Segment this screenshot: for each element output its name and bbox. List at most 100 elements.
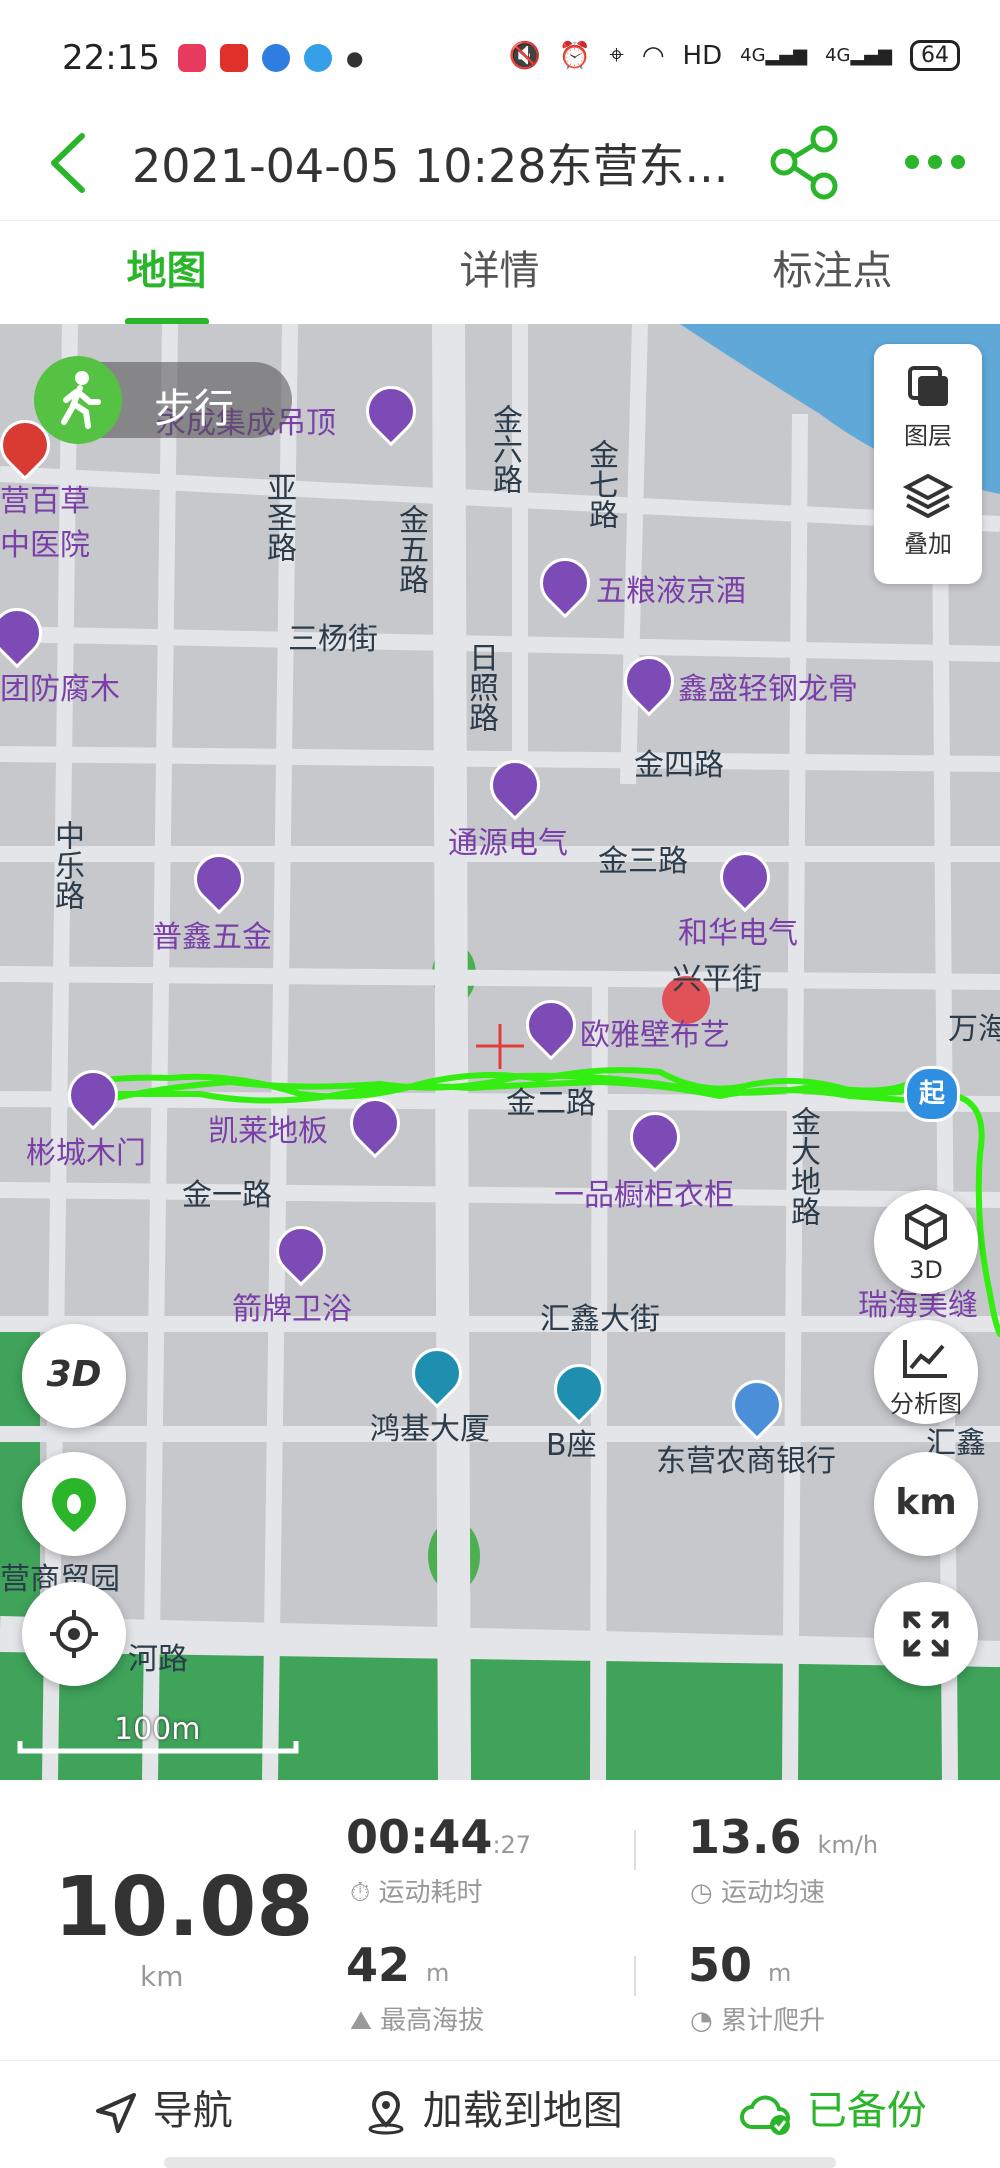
duration-label: ⏱ 运动耗时 — [350, 1878, 483, 1908]
poi-label: 普鑫五金 — [152, 920, 272, 955]
load-to-map-label: 加载到地图 — [422, 2088, 623, 2134]
map-layer-panel: 图层 叠加 — [874, 344, 982, 584]
poi-label: 和华电气 — [678, 916, 798, 951]
street-label: 汇鑫大街 — [540, 1302, 660, 1337]
street-label: 金五路 — [393, 504, 428, 594]
locate-icon — [50, 1610, 98, 1658]
overlay-button[interactable]: 叠加 — [874, 466, 982, 576]
poi-label: 营百草中医院 — [0, 484, 90, 563]
more-button[interactable] — [900, 140, 970, 184]
navigate-button[interactable]: 导航 — [92, 2061, 233, 2161]
back-button[interactable] — [40, 128, 100, 198]
3d-text-icon: 3D — [46, 1354, 102, 1395]
stopwatch-icon: ⏱ — [350, 1878, 371, 1908]
load-to-map-button[interactable]: 加载到地图 — [362, 2061, 623, 2161]
fullscreen-icon — [903, 1611, 949, 1657]
map-scale-label: 100m — [114, 1712, 201, 1747]
locate-button[interactable] — [22, 1582, 126, 1686]
street-label: 三杨街 — [288, 622, 378, 657]
km-marker-button[interactable]: km — [874, 1452, 978, 1556]
poi-label: 欧雅壁布艺 — [580, 1018, 730, 1053]
tab-map-label: 地图 — [126, 248, 207, 294]
street-label: 日照路 — [463, 642, 498, 732]
divider — [634, 1956, 636, 1996]
app-notification-icon — [262, 44, 290, 72]
3d-model-label: 3D — [909, 1256, 943, 1284]
altitude-value: 42 m — [346, 1938, 450, 1992]
fullscreen-button[interactable] — [874, 1582, 978, 1686]
poi-label: 团防腐木 — [0, 672, 120, 707]
more-icon — [905, 155, 965, 169]
map-view[interactable]: 金六路 金七路 亚圣路 金五路 三杨街 日照路 金四路 中乐路 金三路 兴平街 … — [0, 324, 1000, 1780]
activity-mode-pill[interactable]: 步行 — [34, 356, 292, 444]
cloud-check-icon — [740, 2095, 790, 2135]
climb-value: 50 m — [688, 1938, 792, 1992]
tab-bar: 地图 详情 标注点 — [0, 220, 1000, 325]
poi-label: 一品橱柜衣柜 — [554, 1178, 734, 1213]
status-right: 🔇 ⏰ ⌖ ◠ HD 4G▂▄▆ 4G▂▄▆ 64 — [508, 40, 960, 71]
speed-value: 13.6 km/h — [688, 1810, 879, 1864]
battery-icon: 64 — [910, 40, 960, 71]
map-pin-icon — [368, 2090, 404, 2135]
stack-icon — [902, 473, 954, 519]
navigate-label: 导航 — [152, 2088, 233, 2134]
more-notifications-icon: ● — [346, 46, 364, 70]
street-label: 河路 — [128, 1642, 188, 1677]
street-label: 中乐路 — [49, 820, 84, 910]
street-label: 金二路 — [506, 1086, 596, 1121]
map-canvas — [0, 324, 1000, 1780]
street-label: 金四路 — [634, 748, 724, 783]
poi-label: 鑫盛轻钢龙骨 — [678, 672, 858, 707]
status-bar: 22:15 ● 🔇 ⏰ ⌖ ◠ HD 4G▂▄▆ 4G▂▄▆ 64 — [0, 0, 1000, 120]
tab-details[interactable]: 详情 — [333, 221, 666, 325]
wifi-icon: ◠ — [641, 40, 665, 71]
tab-markers-label: 标注点 — [772, 248, 893, 294]
hd-label: HD — [682, 40, 723, 71]
location-icon: ⌖ — [609, 40, 624, 70]
layers-icon — [908, 366, 948, 406]
3d-model-button[interactable]: 3D — [874, 1190, 978, 1294]
climb-icon: ◔ — [690, 2006, 713, 2036]
analysis-chart-button[interactable]: 分析图 — [874, 1320, 978, 1424]
stats-panel: 10.08 km 00:44:27 ⏱ 运动耗时 13.6 km/h ◷ 运动均… — [0, 1780, 1000, 2060]
start-marker[interactable]: 起 — [904, 1066, 960, 1122]
bottom-action-bar: 导航 加载到地图 已备份 — [0, 2060, 1000, 2168]
speedometer-icon: ◷ — [690, 1878, 713, 1908]
poi-label: 彬城木门 — [26, 1136, 146, 1171]
tab-markers[interactable]: 标注点 — [666, 221, 999, 325]
footprint-button[interactable] — [22, 1452, 126, 1556]
distance-value: 10.08 — [54, 1860, 314, 1955]
km-label: km — [895, 1482, 957, 1523]
overlay-label: 叠加 — [904, 530, 952, 558]
mute-icon: 🔇 — [508, 40, 541, 71]
alarm-icon: ⏰ — [558, 40, 592, 71]
tab-details-label: 详情 — [459, 248, 540, 294]
navigation-arrow-icon — [96, 2093, 136, 2133]
cube-icon — [905, 1203, 947, 1251]
share-button[interactable] — [762, 120, 846, 204]
app-notification-icon — [220, 44, 248, 72]
analysis-chart-label: 分析图 — [890, 1390, 962, 1418]
street-label: 金大地路 — [785, 1106, 820, 1226]
footprint-icon — [52, 1478, 96, 1532]
duration-value: 00:44:27 — [346, 1810, 532, 1864]
speed-label: ◷ 运动均速 — [690, 1878, 825, 1908]
walking-icon — [34, 356, 122, 444]
backup-status-button[interactable]: 已备份 — [736, 2061, 927, 2161]
poi-label: 东营农商银行 — [656, 1444, 836, 1479]
app-notification-icon — [178, 44, 206, 72]
layers-button[interactable]: 图层 — [874, 354, 982, 464]
tab-map[interactable]: 地图 — [0, 221, 333, 325]
street-label: 金三路 — [598, 844, 688, 879]
street-label: 金七路 — [583, 439, 618, 529]
street-label: 万海 — [948, 1012, 1000, 1047]
scroll-indicator — [164, 2157, 836, 2168]
page-title: 2021-04-05 10:28东营东... — [132, 139, 729, 193]
backup-status-label: 已备份 — [806, 2088, 927, 2134]
mountain-icon: ⛰ — [350, 2006, 372, 2036]
signal-2: 4G▂▄▆ — [825, 45, 892, 66]
3d-view-button[interactable]: 3D — [22, 1324, 126, 1428]
app-notification-icon — [304, 44, 332, 72]
signal-1: 4G▂▄▆ — [740, 45, 808, 66]
status-time: 22:15 — [62, 38, 160, 78]
